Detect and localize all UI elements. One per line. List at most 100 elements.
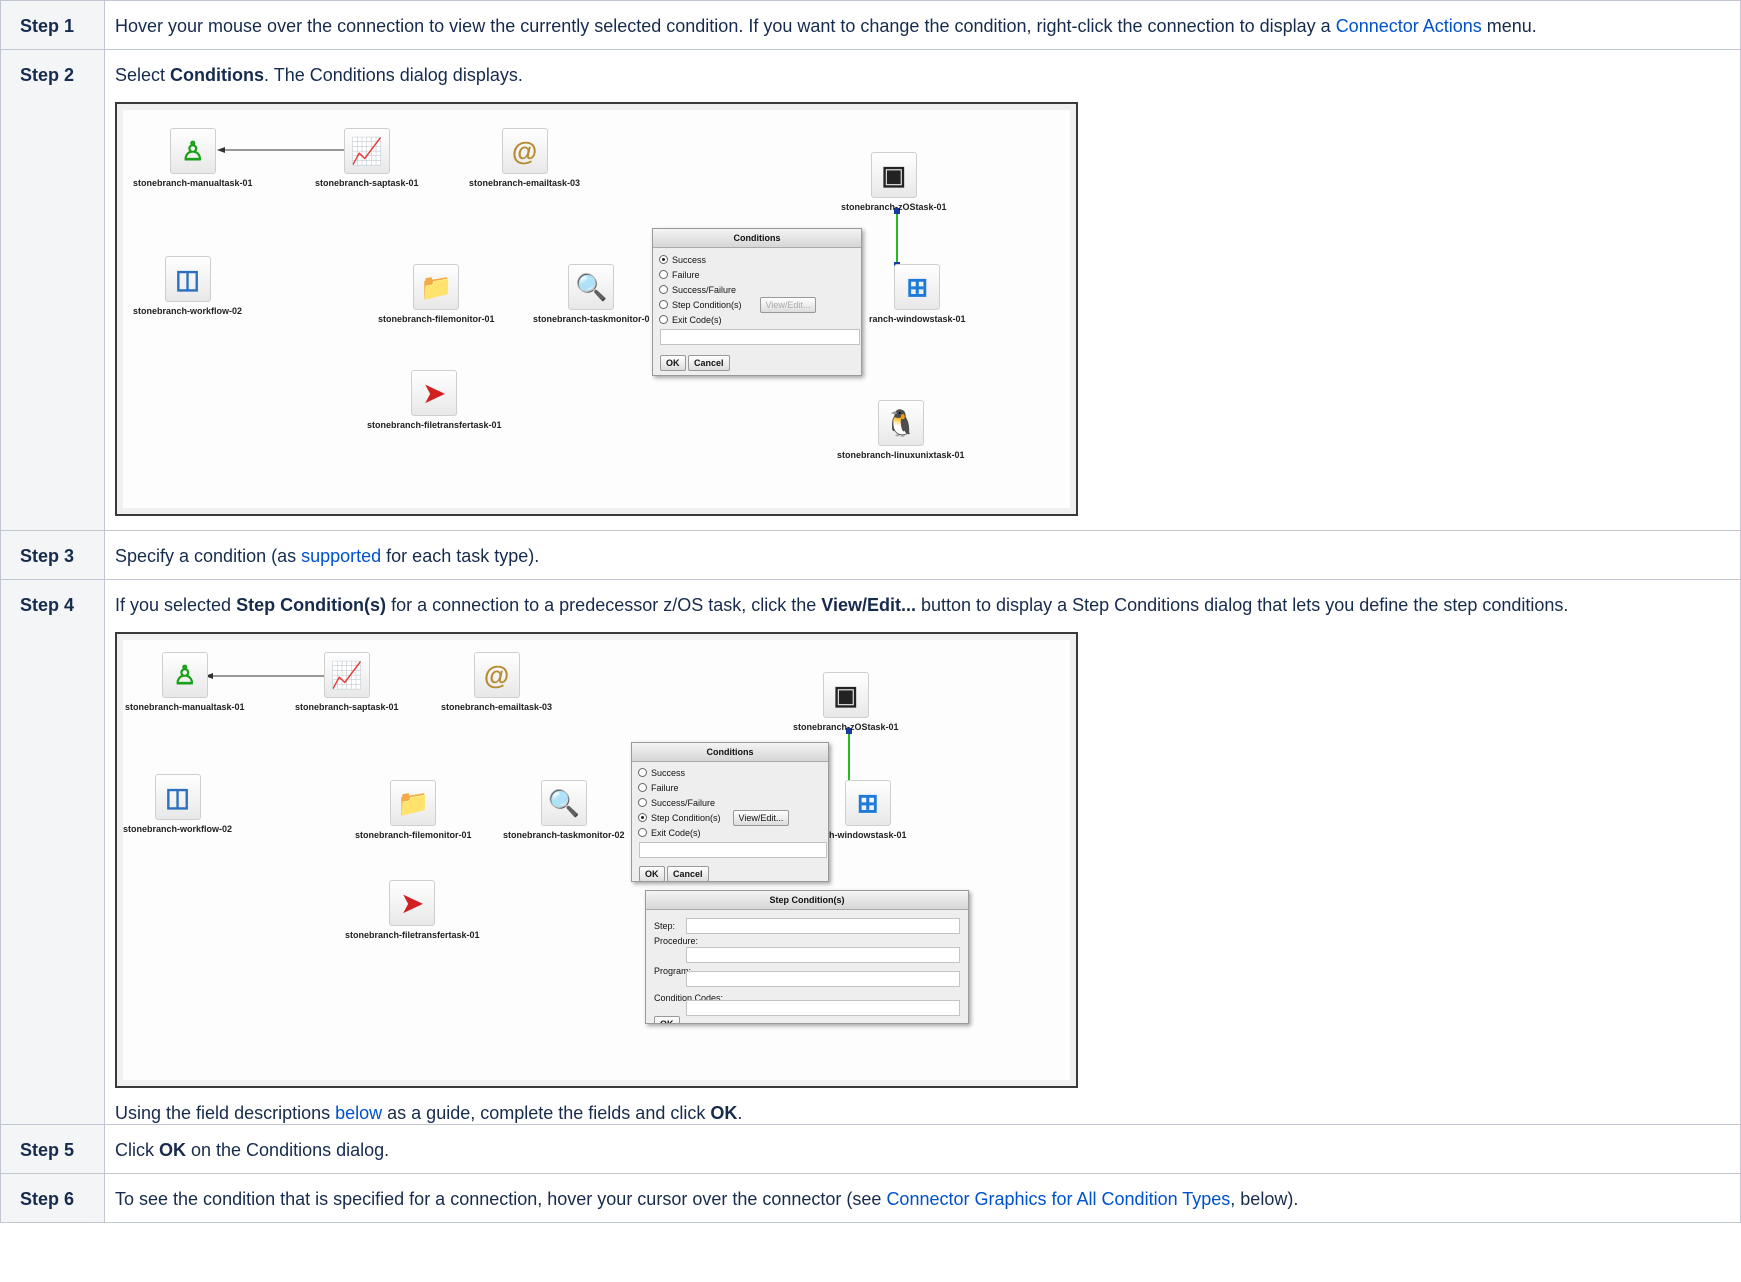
conditions-dialog: Conditions Success Failure Success/Failu…	[631, 742, 829, 882]
step-label: Step 2	[0, 49, 105, 531]
steps-table: Step 1 Hover your mouse over the connect…	[0, 0, 1741, 1223]
step-text: menu.	[1481, 16, 1537, 36]
file-transfer-icon: ➤	[411, 370, 458, 416]
dialog-title: Conditions	[632, 743, 828, 762]
step-conditions-dialog: Step Condition(s) Step: Procedure: Progr…	[645, 890, 969, 1024]
task-node[interactable]: ♙ stonebranch-manualtask-01	[133, 128, 253, 188]
radio-success[interactable]: Success	[632, 765, 828, 780]
dialog-title: Conditions	[653, 229, 861, 248]
task-monitor-icon: 🔍	[540, 780, 587, 826]
cancel-button[interactable]: Cancel	[688, 355, 730, 371]
program-input[interactable]	[686, 971, 960, 987]
radio-step-conditions[interactable]: Step Condition(s) View/Edit...	[632, 809, 828, 826]
folder-search-icon: 📁	[413, 264, 460, 310]
task-node[interactable]: ➤ stonebranch-filetransfertask-01	[345, 880, 480, 940]
task-node[interactable]: 📈 stonebranch-saptask-01	[295, 652, 399, 712]
conditions-dialog: Conditions Success Failure Success/Failu…	[652, 228, 862, 376]
server-icon: ▣	[870, 152, 917, 198]
radio-step-conditions[interactable]: Step Condition(s) View/Edit...	[653, 296, 861, 313]
cancel-button[interactable]: Cancel	[667, 866, 709, 882]
procedure-field-row: Procedure:	[654, 936, 960, 963]
task-node[interactable]: ♙ stonebranch-manualtask-01	[125, 652, 245, 712]
view-edit-button[interactable]: View/Edit...	[732, 809, 790, 826]
step-content: Specify a condition (as supported for ea…	[104, 530, 1741, 580]
view-edit-button[interactable]: View/Edit...	[759, 296, 817, 313]
sap-icon: 📈	[343, 128, 390, 174]
radio-exit-codes[interactable]: Exit Code(s)	[653, 312, 861, 327]
task-monitor-icon: 🔍	[568, 264, 615, 310]
program-field-row: Program:	[654, 962, 960, 988]
radio-success-failure[interactable]: Success/Failure	[632, 795, 828, 810]
workflow-icon: ◫	[154, 774, 201, 820]
dialog-title: Step Condition(s)	[646, 891, 968, 910]
task-node[interactable]: @ stonebranch-emailtask-03	[469, 128, 580, 188]
radio-failure[interactable]: Failure	[632, 780, 828, 795]
step-text: Select	[115, 65, 171, 85]
step-content: Click OK on the Conditions dialog.	[104, 1124, 1741, 1174]
workflow-screenshot-1: ♙ stonebranch-manualtask-01 📈 stonebranc…	[115, 102, 1078, 516]
task-node[interactable]: ▣ stonebranch-zOStask-01	[841, 152, 947, 212]
radio-exit-codes[interactable]: Exit Code(s)	[632, 825, 828, 840]
person-icon: ♙	[161, 652, 208, 698]
step-label: Step 6	[0, 1173, 105, 1223]
email-icon: @	[501, 128, 548, 174]
radio-success-failure[interactable]: Success/Failure	[653, 282, 861, 297]
step-text-bold: Conditions	[170, 65, 265, 85]
step-field-row: Step:	[654, 916, 960, 936]
task-node[interactable]: ⊞ ranch-windowstask-01	[869, 264, 966, 324]
ok-button[interactable]: OK	[654, 1016, 680, 1023]
task-node[interactable]: 📈 stonebranch-saptask-01	[315, 128, 419, 188]
task-node[interactable]: ▣ stonebranch-zOStask-01	[793, 672, 899, 732]
step-input[interactable]	[686, 918, 960, 934]
workflow-icon: ◫	[164, 256, 211, 302]
step-content: Hover your mouse over the connection to …	[104, 0, 1741, 50]
task-node[interactable]: ◫ stonebranch-workflow-02	[123, 774, 232, 834]
radio-failure[interactable]: Failure	[653, 267, 861, 282]
step-text: Specify a condition (as	[115, 546, 302, 566]
email-icon: @	[473, 652, 520, 698]
windows-icon: ⊞	[894, 264, 941, 310]
step-row-5: Step 5 Click OK on the Conditions dialog…	[0, 1124, 1741, 1174]
person-icon: ♙	[169, 128, 216, 174]
windows-icon: ⊞	[844, 780, 891, 826]
ok-button[interactable]: OK	[639, 866, 665, 882]
ok-button[interactable]: OK	[660, 355, 686, 371]
task-node[interactable]: 🐧 stonebranch-linuxunixtask-01	[837, 400, 965, 460]
radio-success[interactable]: Success	[653, 252, 861, 267]
step-row-1: Step 1 Hover your mouse over the connect…	[0, 0, 1741, 50]
task-node[interactable]: 📁 stonebranch-filemonitor-01	[355, 780, 472, 840]
below-link[interactable]: below	[335, 1103, 382, 1123]
condition-codes-field-row: Condition Codes:	[654, 988, 960, 1016]
step-text: . The Conditions dialog displays.	[264, 65, 523, 85]
condition-codes-input[interactable]	[686, 1000, 960, 1016]
linux-icon: 🐧	[877, 400, 924, 446]
file-transfer-icon: ➤	[389, 880, 436, 926]
task-node[interactable]: ◫ stonebranch-workflow-02	[133, 256, 242, 316]
sap-icon: 📈	[323, 652, 370, 698]
step-row-2: Step 2 Select Conditions. The Conditions…	[0, 49, 1741, 531]
task-node[interactable]: 🔍 stonebranch-taskmonitor-0	[533, 264, 650, 324]
task-node[interactable]: 📁 stonebranch-filemonitor-01	[378, 264, 495, 324]
connector-actions-link[interactable]: Connector Actions	[1336, 16, 1482, 36]
supported-link[interactable]: supported	[301, 546, 381, 566]
step-text: for each task type).	[381, 546, 540, 566]
server-icon: ▣	[822, 672, 869, 718]
task-node[interactable]: @ stonebranch-emailtask-03	[441, 652, 552, 712]
step-row-6: Step 6 To see the condition that is spec…	[0, 1173, 1741, 1223]
step-row-3: Step 3 Specify a condition (as supported…	[0, 530, 1741, 580]
step-row-4: Step 4 If you selected Step Condition(s)…	[0, 579, 1741, 1125]
task-node[interactable]: 🔍 stonebranch-taskmonitor-02	[503, 780, 625, 840]
connector-graphics-link[interactable]: Connector Graphics for All Condition Typ…	[886, 1189, 1230, 1209]
exit-code-field[interactable]	[639, 842, 827, 858]
step-label: Step 4	[0, 579, 105, 1125]
step-text: Hover your mouse over the connection to …	[115, 16, 1336, 36]
folder-search-icon: 📁	[390, 780, 437, 826]
exit-code-field[interactable]	[660, 329, 860, 345]
task-node[interactable]: ⊞ h-windowstask-01	[829, 780, 907, 840]
procedure-input[interactable]	[686, 947, 960, 963]
task-node[interactable]: ➤ stonebranch-filetransfertask-01	[367, 370, 502, 430]
step-content: If you selected Step Condition(s) for a …	[104, 579, 1741, 1125]
step-label: Step 5	[0, 1124, 105, 1174]
workflow-screenshot-2: ♙ stonebranch-manualtask-01 📈 stonebranc…	[115, 632, 1078, 1088]
step-label: Step 3	[0, 530, 105, 580]
